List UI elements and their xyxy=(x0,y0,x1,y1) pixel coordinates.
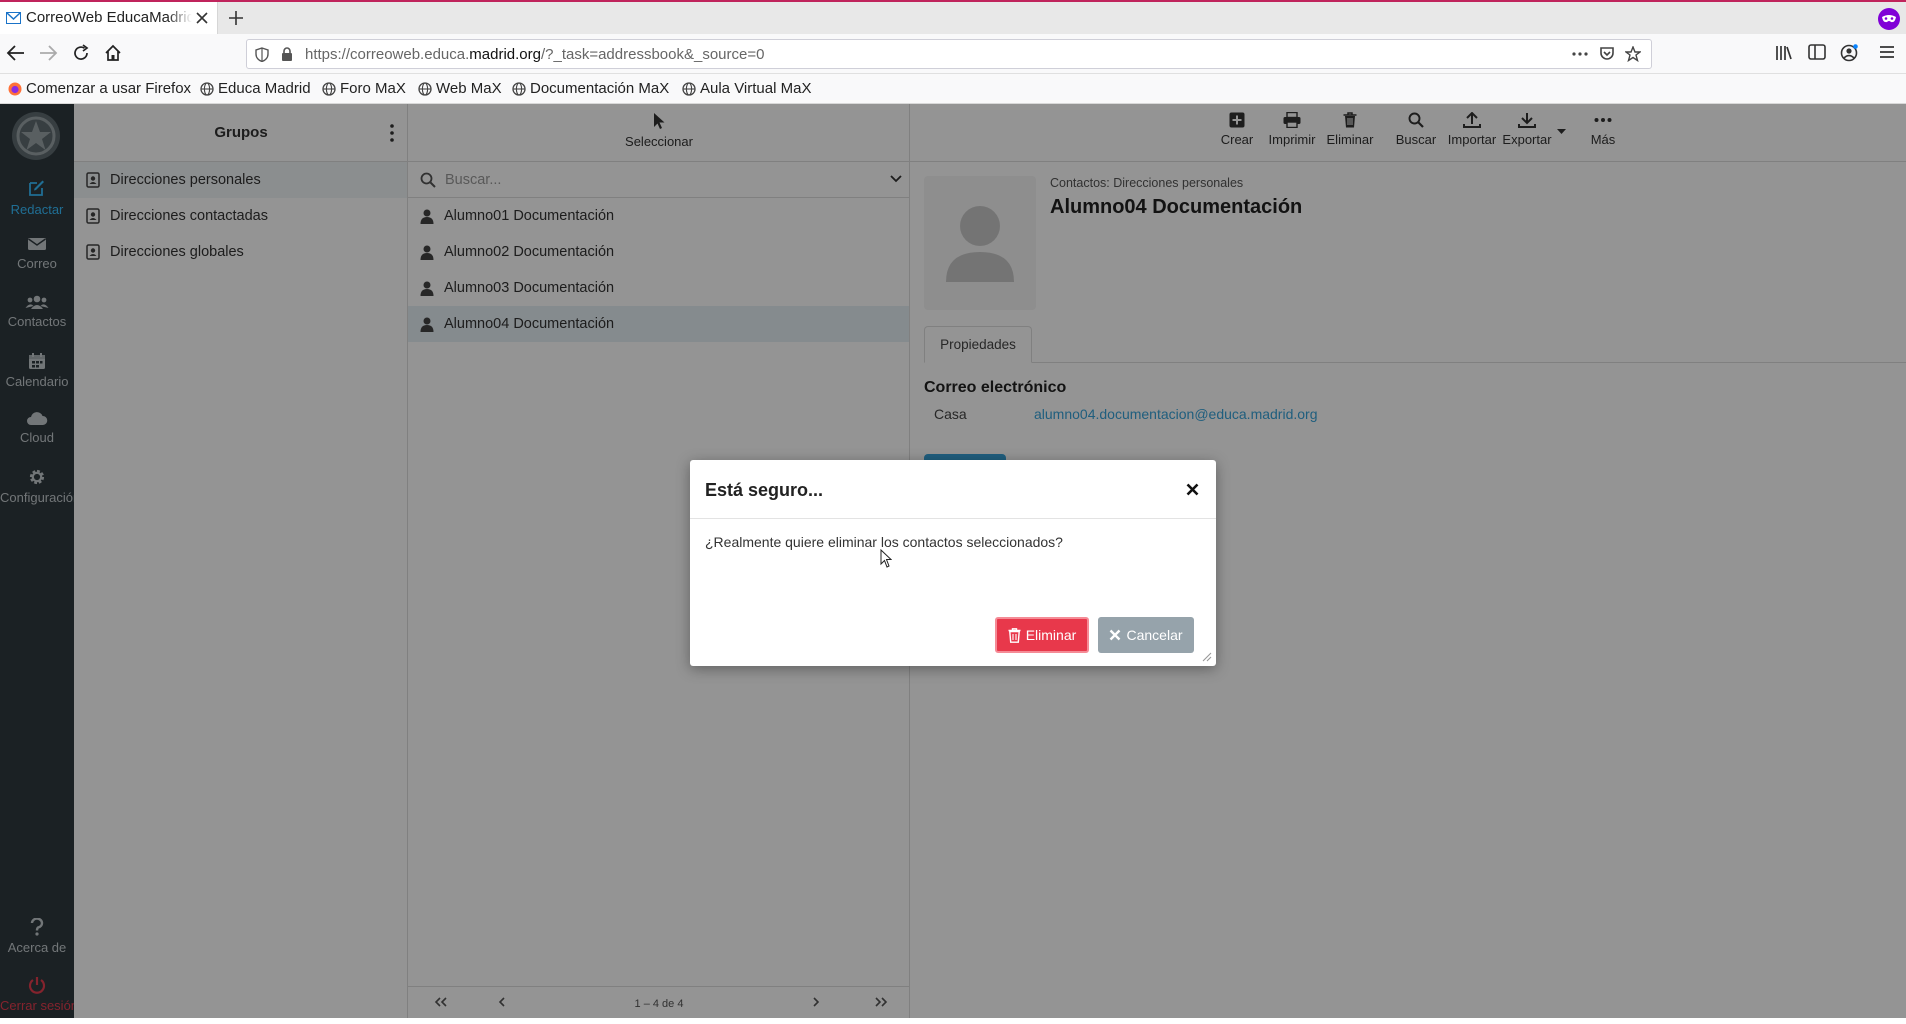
browser-nav-bar: https://correoweb.educa.madrid.org/?_tas… xyxy=(0,34,1906,74)
confirm-delete-dialog: Está seguro... ¿Realmente quiere elimina… xyxy=(690,460,1216,666)
new-tab-icon[interactable] xyxy=(228,10,244,26)
forward-arrow-icon[interactable] xyxy=(38,44,58,62)
confirm-delete-button[interactable]: Eliminar xyxy=(995,617,1089,653)
url-bar[interactable]: https://correoweb.educa.madrid.org/?_tas… xyxy=(246,39,1652,69)
dialog-message: ¿Realmente quiere eliminar los contactos… xyxy=(705,534,1063,550)
pocket-icon[interactable] xyxy=(1599,46,1615,62)
bookmark-firefox[interactable]: Comenzar a usar Firefox xyxy=(8,80,191,97)
hamburger-menu-icon[interactable] xyxy=(1878,44,1896,60)
page-actions-icon[interactable] xyxy=(1572,52,1588,56)
firefox-icon xyxy=(8,82,22,95)
close-icon[interactable] xyxy=(1186,483,1199,496)
back-arrow-icon[interactable] xyxy=(6,44,26,62)
browser-tab-bar: CorreoWeb EducaMadrid xyxy=(0,0,1906,34)
cancel-button[interactable]: Cancelar xyxy=(1098,617,1194,653)
tracking-shield-icon[interactable] xyxy=(255,47,269,62)
bookmark-educa-madrid[interactable]: Educa Madrid xyxy=(200,80,311,97)
close-tab-icon[interactable] xyxy=(196,12,208,24)
private-browsing-icon xyxy=(1878,8,1900,30)
sidebar-toggle-icon[interactable] xyxy=(1808,44,1826,60)
lock-icon[interactable] xyxy=(281,47,293,62)
reload-icon[interactable] xyxy=(72,44,90,62)
bookmark-aula-virtual-max[interactable]: Aula Virtual MaX xyxy=(682,80,811,97)
browser-tab[interactable]: CorreoWeb EducaMadrid xyxy=(0,2,218,34)
trash-icon xyxy=(1008,627,1021,643)
globe-icon xyxy=(200,81,214,96)
close-icon xyxy=(1110,629,1121,641)
globe-icon xyxy=(682,81,696,96)
url-text: https://correoweb.educa.madrid.org/?_tas… xyxy=(305,46,765,63)
resize-grip-icon[interactable] xyxy=(1202,652,1212,662)
globe-icon xyxy=(418,81,432,96)
account-icon[interactable] xyxy=(1840,44,1858,62)
globe-icon xyxy=(322,81,336,96)
bookmark-documentacion-max[interactable]: Documentación MaX xyxy=(512,80,669,97)
bookmark-star-icon[interactable] xyxy=(1625,46,1641,62)
dialog-divider xyxy=(690,518,1216,519)
text-cursor-icon xyxy=(880,549,892,569)
bookmarks-bar: Comenzar a usar Firefox Educa Madrid For… xyxy=(0,74,1906,104)
bookmark-web-max[interactable]: Web MaX xyxy=(418,80,502,97)
library-icon[interactable] xyxy=(1775,44,1793,62)
home-icon[interactable] xyxy=(104,44,122,62)
globe-icon xyxy=(512,81,526,96)
dialog-title: Está seguro... xyxy=(705,480,824,500)
mail-favicon-icon xyxy=(6,12,21,24)
tab-title: CorreoWeb EducaMadrid xyxy=(26,9,192,26)
bookmark-foro-max[interactable]: Foro MaX xyxy=(322,80,406,97)
